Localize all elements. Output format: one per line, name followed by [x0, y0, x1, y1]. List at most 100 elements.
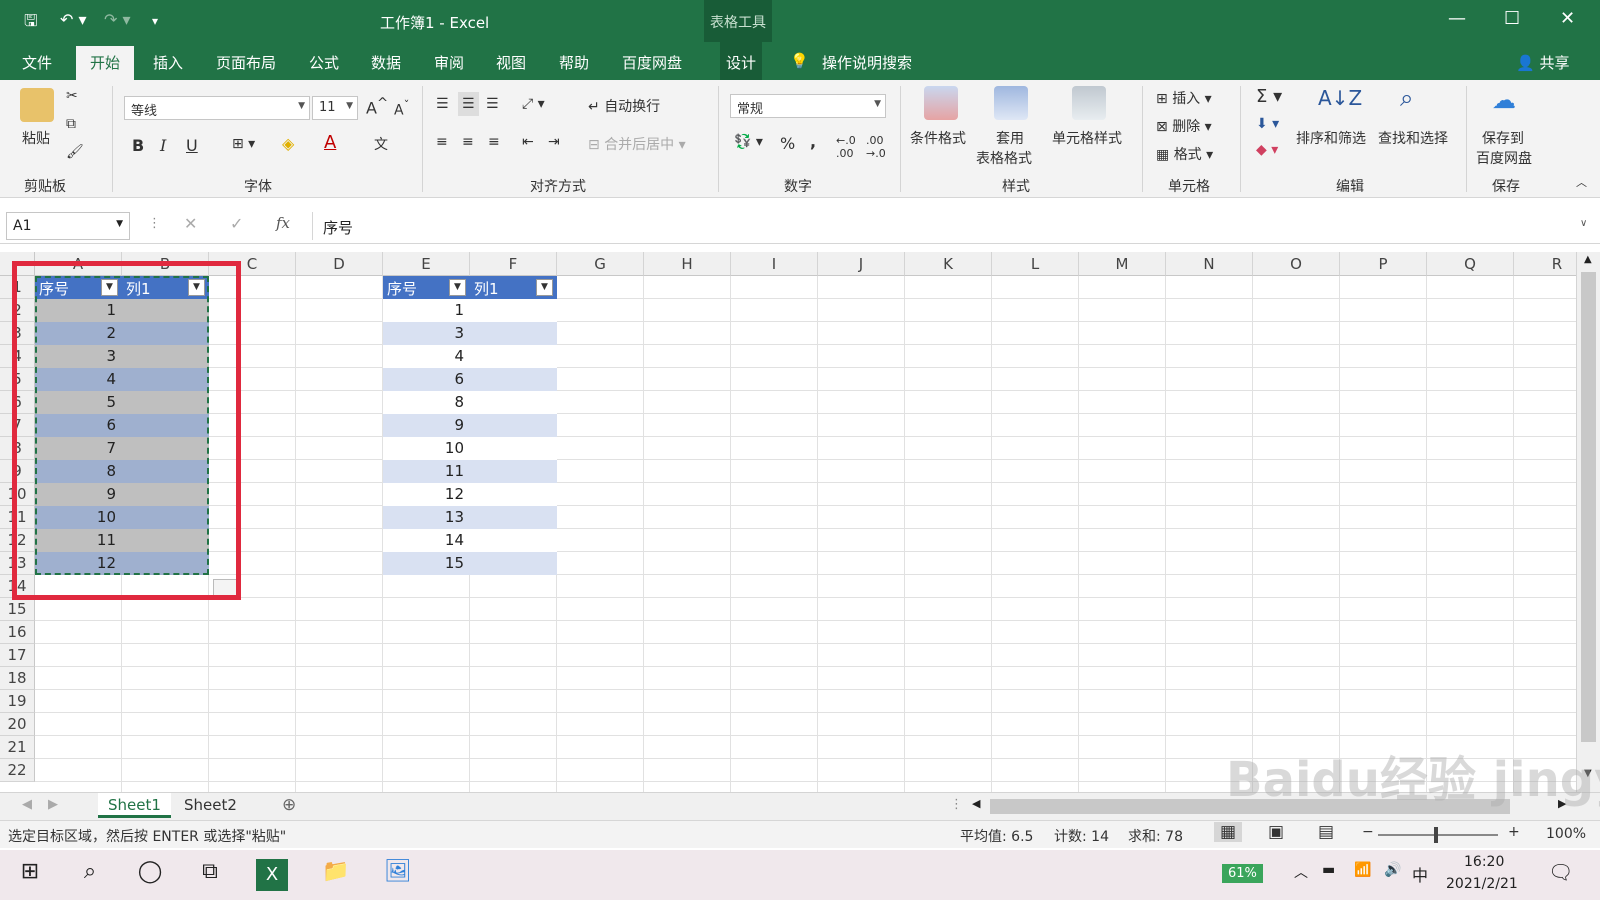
sheet-tab-sheet2[interactable]: Sheet2 [174, 793, 247, 818]
row-header[interactable]: 20 [0, 713, 35, 736]
table2-col1-cell[interactable] [470, 437, 557, 460]
tab-baidu-netdisk[interactable]: 百度网盘 [622, 52, 682, 73]
table2-value-cell[interactable]: 1 [383, 299, 470, 322]
close-button[interactable]: ✕ [1560, 8, 1575, 29]
conditional-format-icon[interactable] [924, 86, 958, 120]
phonetic-icon[interactable]: 文 [374, 134, 388, 154]
copy-icon[interactable]: ⧉ [66, 116, 76, 132]
customize-qat-icon[interactable]: ▾ [152, 14, 158, 28]
network-status-icon[interactable]: ▬ [1322, 862, 1335, 878]
table2-col1-cell[interactable] [470, 299, 557, 322]
find-icon[interactable]: ⌕ [1400, 84, 1413, 112]
insert-function-button[interactable]: fx [276, 214, 290, 232]
filter-dropdown-icon[interactable]: ▼ [449, 279, 466, 296]
format-cells-button[interactable]: ▦ 格式 ▾ [1156, 144, 1213, 164]
row-header[interactable]: 18 [0, 667, 35, 690]
table2-value-cell[interactable]: 12 [383, 483, 470, 506]
next-sheet-icon[interactable]: ▶ [48, 797, 58, 812]
autosum-icon[interactable]: Σ ▾ [1256, 86, 1282, 107]
currency-icon[interactable]: 💱 ▾ [734, 134, 763, 150]
font-size-combo[interactable]: 11 ▼ [312, 96, 358, 120]
expand-formula-icon[interactable]: ∨ [1580, 218, 1587, 229]
insert-cells-button[interactable]: ⊞ 插入 ▾ [1156, 88, 1212, 108]
task-view-icon[interactable]: ⧉ [194, 859, 226, 891]
decrease-font-icon[interactable]: Aˇ [394, 98, 409, 119]
page-layout-view-icon[interactable]: ▣ [1268, 822, 1284, 842]
table2-col1-cell[interactable] [470, 414, 557, 437]
filter-dropdown-icon[interactable]: ▼ [536, 279, 553, 296]
increase-decimal-icon[interactable]: ←.0.00 [836, 134, 856, 160]
confirm-entry-icon[interactable]: ✓ [230, 214, 243, 233]
font-name-combo[interactable]: 等线 ▼ [124, 96, 310, 120]
fill-icon[interactable]: ⬇ ▾ [1256, 116, 1279, 132]
prev-sheet-icon[interactable]: ◀ [22, 797, 32, 812]
tab-view[interactable]: 视图 [496, 52, 526, 73]
tab-help[interactable]: 帮助 [559, 52, 589, 73]
align-middle-icon[interactable]: ☰ [458, 92, 479, 116]
orientation-icon[interactable]: ⤢ ▾ [522, 96, 545, 112]
table2-value-cell[interactable]: 4 [383, 345, 470, 368]
row-header[interactable]: 19 [0, 690, 35, 713]
column-header[interactable]: L [992, 252, 1079, 276]
undo-icon[interactable]: ↶ ▾ [60, 10, 87, 29]
clear-icon[interactable]: ◆ ▾ [1256, 142, 1278, 158]
zoom-slider-thumb[interactable] [1434, 827, 1438, 843]
table2-header-cell[interactable]: 列1 ▼ [470, 276, 557, 299]
font-color-icon[interactable]: A [324, 132, 336, 153]
row-header[interactable]: 22 [0, 759, 35, 782]
show-hidden-icons-icon[interactable]: ︿ [1294, 862, 1308, 882]
cell-styles-icon[interactable] [1072, 86, 1106, 120]
vertical-scrollbar[interactable]: ▲ ▼ [1576, 252, 1600, 792]
column-header[interactable]: F [470, 252, 557, 276]
table2-col1-cell[interactable] [470, 529, 557, 552]
table2-col1-cell[interactable] [470, 552, 557, 575]
tell-me-search[interactable]: 操作说明搜索 [822, 52, 912, 73]
table2-col1-cell[interactable] [470, 460, 557, 483]
table2-header-cell[interactable]: 序号 ▼ [383, 276, 470, 299]
table2-value-cell[interactable]: 9 [383, 414, 470, 437]
clock-time[interactable]: 16:20 [1464, 854, 1504, 870]
table2-col1-cell[interactable] [470, 506, 557, 529]
comma-button[interactable]: , [810, 132, 816, 151]
clock-date[interactable]: 2021/2/21 [1446, 876, 1518, 892]
table2-col1-cell[interactable] [470, 368, 557, 391]
row-header[interactable]: 15 [0, 598, 35, 621]
photos-app-icon[interactable]: 🖼 [382, 859, 414, 891]
format-painter-icon[interactable]: 🖌 [66, 144, 84, 160]
row-header[interactable]: 21 [0, 736, 35, 759]
redo-icon[interactable]: ↷ ▾ [104, 10, 131, 29]
table2-col1-cell[interactable] [470, 322, 557, 345]
decrease-decimal-icon[interactable]: .00 →.0 [866, 134, 886, 160]
italic-button[interactable]: I [160, 136, 166, 155]
table2-value-cell[interactable]: 14 [383, 529, 470, 552]
row-header[interactable]: 16 [0, 621, 35, 644]
table2-value-cell[interactable]: 8 [383, 391, 470, 414]
maximize-button[interactable]: ☐ [1504, 8, 1520, 29]
column-header[interactable]: R [1514, 252, 1576, 276]
wrap-text-button[interactable]: ↵ 自动换行 [588, 96, 660, 116]
table2-value-cell[interactable]: 3 [383, 322, 470, 345]
bold-button[interactable]: B [132, 136, 144, 155]
find-select-button[interactable]: 查找和选择 [1378, 128, 1448, 148]
table2-value-cell[interactable]: 13 [383, 506, 470, 529]
conditional-format-button[interactable]: 条件格式 [910, 128, 966, 148]
save-netdisk-line2[interactable]: 百度网盘 [1476, 148, 1532, 168]
tab-review[interactable]: 审阅 [434, 52, 464, 73]
zoom-out-icon[interactable]: − [1362, 824, 1374, 840]
sort-filter-icon[interactable]: A↓Z [1318, 86, 1362, 110]
minimize-button[interactable]: — [1448, 8, 1466, 29]
scroll-left-icon[interactable]: ◀ [972, 797, 980, 810]
vertical-scroll-thumb[interactable] [1581, 272, 1596, 742]
format-as-table-icon[interactable] [994, 86, 1028, 120]
merge-center-button[interactable]: ⊟ 合并后居中 ▾ [588, 134, 686, 154]
cancel-entry-icon[interactable]: ✕ [184, 214, 197, 233]
table2-col1-cell[interactable] [470, 345, 557, 368]
collapse-ribbon-icon[interactable]: ︿ [1576, 174, 1587, 190]
paste-icon[interactable] [20, 88, 54, 122]
file-explorer-icon[interactable]: 📁 [320, 859, 352, 891]
number-format-combo[interactable]: 常规 ▼ [730, 94, 886, 118]
tab-home[interactable]: 开始 [76, 46, 135, 80]
column-header[interactable]: I [731, 252, 818, 276]
cortana-icon[interactable]: ◯ [134, 859, 166, 891]
column-header[interactable]: J [818, 252, 905, 276]
